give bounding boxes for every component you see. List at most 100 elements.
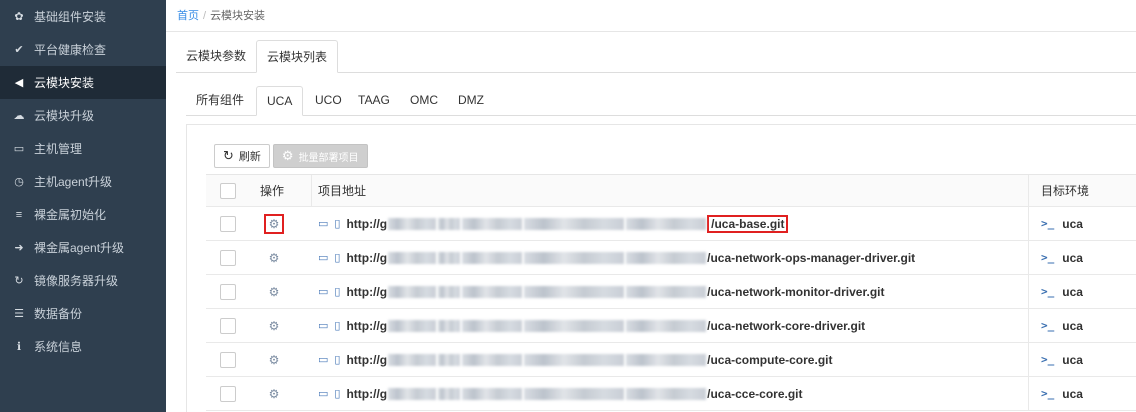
row-checkbox[interactable] [220,351,236,368]
row-op-cell: ⚙ [252,343,292,376]
copy-icon[interactable]: ▯ [334,353,340,366]
tab-all-components[interactable]: 所有组件 [186,86,254,116]
sidebar: ✿ 基础组件安装 ✔ 平台健康检查 ◀ 云模块安装 ☁ 云模块升级 ▭ 主机管理 ◷ 主机agent升… [0,0,166,412]
sidebar-item[interactable]: ℹ 系统信息 [0,330,166,363]
folder-open-icon[interactable]: ▭ [318,387,328,400]
row-url-cell: ▭ ▯ http://g /uca-network-ops-manager-dr… [318,241,1020,274]
row-checkbox[interactable] [220,283,236,300]
deploy-gears-icon[interactable]: ⚙ [266,250,282,266]
tab-module-list[interactable]: 云模块列表 [256,40,339,73]
refresh-button[interactable]: ↻ 刷新 [214,144,270,168]
row-url-cell: ▭ ▯ http://g /uca-network-monitor-driver… [318,275,1020,308]
tab-omc[interactable]: OMC [400,86,448,116]
refresh-icon: ↻ [14,275,24,287]
redacted-text [626,217,707,230]
copy-icon[interactable]: ▯ [334,217,340,230]
table-row: ⚙ ▭ ▯ http://g /uca-network-monitor-driv… [206,275,1136,309]
folder-open-icon[interactable]: ▭ [318,353,328,366]
sidebar-item-label: 裸金属agent升级 [34,241,125,255]
refresh-label: 刷新 [238,151,261,163]
folder-open-icon[interactable]: ▭ [318,285,328,298]
sidebar-item-label: 云模块安装 [34,76,95,90]
deploy-gears-icon[interactable]: ⚙ [266,386,282,402]
select-all-checkbox[interactable] [220,182,236,199]
component-tabs: 所有组件 UCA UCO TAAG OMC DMZ [186,86,1136,116]
sidebar-item[interactable]: ◷ 主机agent升级 [0,165,166,198]
copy-icon[interactable]: ▯ [334,319,340,332]
redacted-text [626,251,707,264]
sidebar-item-label: 裸金属初始化 [34,208,107,222]
sidebar-item[interactable]: ➜ 裸金属agent升级 [0,231,166,264]
sidebar-item-label: 系统信息 [34,340,83,354]
row-checkbox[interactable] [220,215,236,232]
row-checkbox-cell [220,241,240,274]
row-env-cell: >_ uca [1028,275,1136,308]
table-row: ⚙ ▭ ▯ http://g /uca-network-core-driver.… [206,309,1136,343]
row-checkbox[interactable] [220,249,236,266]
header-env-cell: 目标环境 [1028,175,1136,206]
sidebar-item[interactable]: ✔ 平台健康检查 [0,33,166,66]
redacted-text [388,319,437,332]
row-checkbox[interactable] [220,317,236,334]
sidebar-item-label: 平台健康检查 [34,43,107,57]
header-url-cell: 项目地址 [318,175,1020,206]
url-actions: ▭ ▯ [318,353,340,366]
table-header: 操作 项目地址 目标环境 [206,175,1136,207]
folder-open-icon[interactable]: ▭ [318,319,328,332]
url-actions: ▭ ▯ [318,251,340,264]
url-prefix: http://g [346,216,388,231]
deploy-gears-icon[interactable]: ⚙ [264,213,284,234]
copy-icon[interactable]: ▯ [334,285,340,298]
row-checkbox-cell [220,207,240,240]
row-env-cell: >_ uca [1028,309,1136,342]
sidebar-item[interactable]: ☰ 数据备份 [0,297,166,330]
redacted-text [438,285,461,298]
send-icon: ◀ [14,77,24,89]
tab-uca[interactable]: UCA [256,86,304,116]
sidebar-item[interactable]: ▭ 主机管理 [0,132,166,165]
deploy-gears-icon[interactable]: ⚙ [266,318,282,334]
info-icon: ℹ [16,341,22,353]
copy-icon[interactable]: ▯ [334,251,340,264]
tab-uco[interactable]: UCO [305,86,352,116]
deploy-gears-icon[interactable]: ⚙ [266,352,282,368]
terminal-icon: >_ [1041,353,1055,366]
redacted-text [524,217,625,230]
sidebar-item-label: 镜像服务器升级 [34,274,119,288]
gear-icon: ✿ [14,11,24,23]
folder-open-icon[interactable]: ▭ [318,217,328,230]
url-actions: ▭ ▯ [318,217,340,230]
row-op-cell: ⚙ [252,275,292,308]
url-suffix: /uca-network-ops-manager-driver.git [707,250,916,265]
redacted-text [388,353,437,366]
sidebar-item[interactable]: ☁ 云模块升级 [0,99,166,132]
folder-open-icon[interactable]: ▭ [318,251,328,264]
redacted-text [524,285,625,298]
terminal-icon: >_ [1041,319,1055,332]
sidebar-item[interactable]: ↻ 镜像服务器升级 [0,264,166,297]
copy-icon[interactable]: ▯ [334,387,340,400]
sidebar-item[interactable]: ≡ 裸金属初始化 [0,198,166,231]
env-value: >_ uca [1041,353,1083,367]
terminal-icon: >_ [1041,285,1055,298]
redacted-text [462,319,523,332]
row-url-cell: ▭ ▯ http://g /uca-base.git [318,207,1020,240]
redacted-text [524,387,625,400]
tab-dmz[interactable]: DMZ [448,86,494,116]
sidebar-item[interactable]: ✿ 基础组件安装 [0,0,166,33]
url-actions: ▭ ▯ [318,319,340,332]
env-label: uca [1062,386,1083,401]
url-suffix: /uca-network-monitor-driver.git [707,284,885,299]
header-checkbox-cell [220,175,240,206]
breadcrumb-home-link[interactable]: 首页 [177,10,199,22]
deploy-gears-icon[interactable]: ⚙ [266,284,282,300]
sidebar-item[interactable]: ◀ 云模块安装 [0,66,166,99]
batch-deploy-button[interactable]: ⚙ 批量部署项目 [272,144,368,168]
tab-taag[interactable]: TAAG [348,86,400,116]
tab-module-params[interactable]: 云模块参数 [176,40,256,73]
redacted-text [462,387,523,400]
terminal-icon: >_ [1041,251,1055,264]
sidebar-item-label: 基础组件安装 [34,10,107,24]
row-checkbox[interactable] [220,385,236,402]
env-label: uca [1062,352,1083,367]
